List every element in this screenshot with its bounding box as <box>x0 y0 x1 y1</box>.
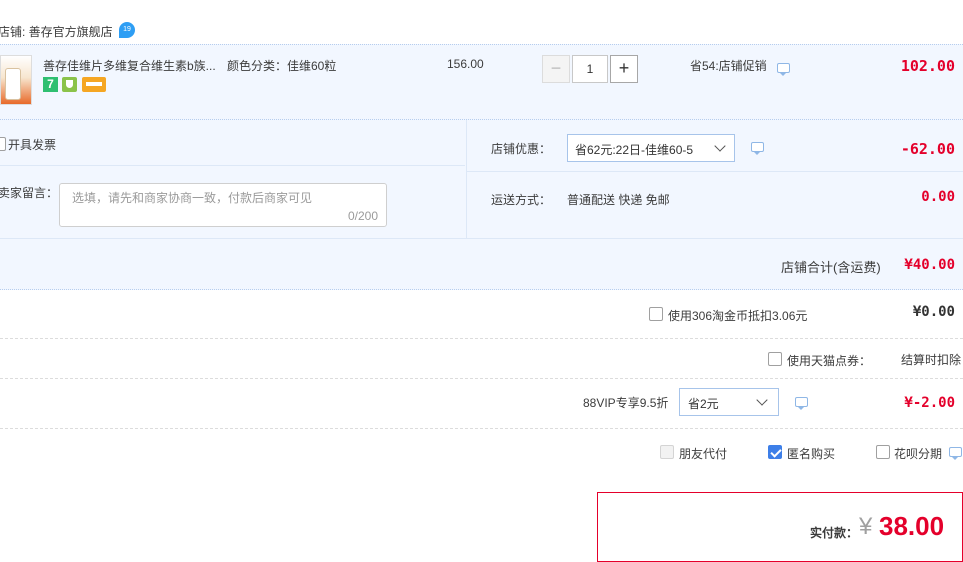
store-discount-selected: 省62元:22日-佳维60-5 <box>575 143 694 157</box>
friend-pay-label: 朋友代付 <box>679 447 728 461</box>
vip-amount: ¥-2.00 <box>904 395 955 411</box>
invoice-label: 开具发票 <box>8 138 57 152</box>
guarantee-shield-icon <box>66 80 73 88</box>
item-promotion: 省54:店铺促销 <box>690 59 767 73</box>
wangwang-badge: 19 <box>123 26 131 33</box>
card-payment-icon <box>82 77 106 92</box>
promo-message-icon[interactable] <box>777 63 790 76</box>
vip-label: 88VIP专享9.5折 <box>583 396 669 410</box>
payment-label: 实付款： <box>810 526 859 540</box>
shipping-row: 运送方式： 普通配送 快递 免邮 0.00 <box>467 172 963 238</box>
store-total-amount: ¥40.00 <box>904 257 955 273</box>
minus-icon: − <box>550 58 562 78</box>
anonymous-checkbox[interactable] <box>768 445 782 459</box>
coins-label: 使用306淘金币抵扣3.06元 <box>668 309 808 323</box>
huabei-message-icon[interactable] <box>949 447 962 460</box>
tmall-points-value: 结算时扣除 <box>901 353 962 367</box>
product-title[interactable]: 善存佳维片多维复合维生素b族... <box>43 57 216 74</box>
shipping-method: 普通配送 快递 免邮 <box>567 193 670 207</box>
product-spec: 颜色分类：佳维60粒 <box>227 59 337 73</box>
quantity-stepper: − 1 + <box>542 55 638 83</box>
payment-options-row: 朋友代付 匿名购买 花呗分期 <box>0 428 963 476</box>
store-total-row: 店铺合计(含运费) ¥40.00 <box>0 238 963 290</box>
chevron-down-icon <box>714 140 726 152</box>
wangwang-icon[interactable]: 19 <box>119 22 135 38</box>
seven-day-return-icon: 7 <box>43 77 58 92</box>
shipping-label: 运送方式： <box>491 193 552 207</box>
vip-message-icon[interactable] <box>795 397 808 410</box>
seller-message-row: 卖家留言： 选填，请先和商家协商一致，付款后商家可见 0/200 <box>0 166 465 238</box>
order-options-block: 开具发票 卖家留言： 选填，请先和商家协商一致，付款后商家可见 0/200 店铺… <box>0 120 963 238</box>
huabei-checkbox[interactable] <box>876 445 890 459</box>
coins-checkbox[interactable] <box>649 307 663 321</box>
plus-icon: + <box>618 58 630 78</box>
seller-message-label: 卖家留言： <box>0 186 59 200</box>
quantity-increase-button[interactable]: + <box>610 55 638 83</box>
guarantee-icon <box>62 77 77 92</box>
coins-row: 使用306淘金币抵扣3.06元 ¥0.00 <box>0 290 963 338</box>
item-row: 善存佳维片多维复合维生素b族... 7 颜色分类：佳维60粒 156.00 − … <box>0 44 963 120</box>
seller-message-input[interactable]: 选填，请先和商家协商一致，付款后商家可见 0/200 <box>59 183 387 227</box>
quantity-decrease-button[interactable]: − <box>542 55 570 83</box>
invoice-row: 开具发票 <box>0 120 465 166</box>
quantity-input[interactable]: 1 <box>572 55 608 83</box>
product-thumbnail[interactable] <box>0 55 32 105</box>
vip-row: 88VIP专享9.5折 省2元 ¥-2.00 <box>0 378 963 428</box>
payment-amount: 38.00 <box>879 511 945 541</box>
card-stripe-icon <box>86 82 102 86</box>
tmall-points-checkbox[interactable] <box>768 352 782 366</box>
product-bottle-image <box>5 68 21 100</box>
shipping-amount: 0.00 <box>921 189 955 205</box>
seller-message-placeholder: 选填，请先和商家协商一致，付款后商家可见 <box>72 191 313 205</box>
chevron-down-icon <box>756 394 768 406</box>
discount-message-icon[interactable] <box>751 142 764 155</box>
friend-pay-checkbox[interactable] <box>660 445 674 459</box>
vip-discount-selected: 省2元 <box>688 397 719 411</box>
coins-amount: ¥0.00 <box>912 304 955 320</box>
store-discount-select[interactable]: 省62元:22日-佳维60-5 <box>567 134 735 162</box>
item-subtotal: 102.00 <box>900 57 955 75</box>
store-name[interactable]: 店铺: 善存官方旗舰店 <box>0 23 113 40</box>
payment-summary-box: 实付款： ¥ 38.00 <box>597 492 963 562</box>
seller-message-counter: 0/200 <box>347 209 378 223</box>
store-total-label: 店铺合计(含运费) <box>781 260 881 275</box>
anonymous-label: 匿名购买 <box>787 447 836 461</box>
store-discount-label: 店铺优惠： <box>491 142 552 156</box>
tmall-points-row: 使用天猫点券： 结算时扣除 <box>0 338 963 378</box>
vip-discount-select[interactable]: 省2元 <box>679 388 779 416</box>
payment-currency: ¥ <box>859 513 873 540</box>
huabei-label: 花呗分期 <box>894 447 943 461</box>
invoice-checkbox[interactable] <box>0 137 6 151</box>
store-discount-row: 店铺优惠： 省62元:22日-佳维60-5 -62.00 <box>467 120 963 172</box>
unit-price: 156.00 <box>447 57 484 71</box>
tmall-points-label: 使用天猫点券： <box>787 354 872 368</box>
seven-day-label: 7 <box>47 77 54 91</box>
store-discount-amount: -62.00 <box>900 140 955 158</box>
store-header: 店铺: 善存官方旗舰店 19 <box>0 0 963 44</box>
